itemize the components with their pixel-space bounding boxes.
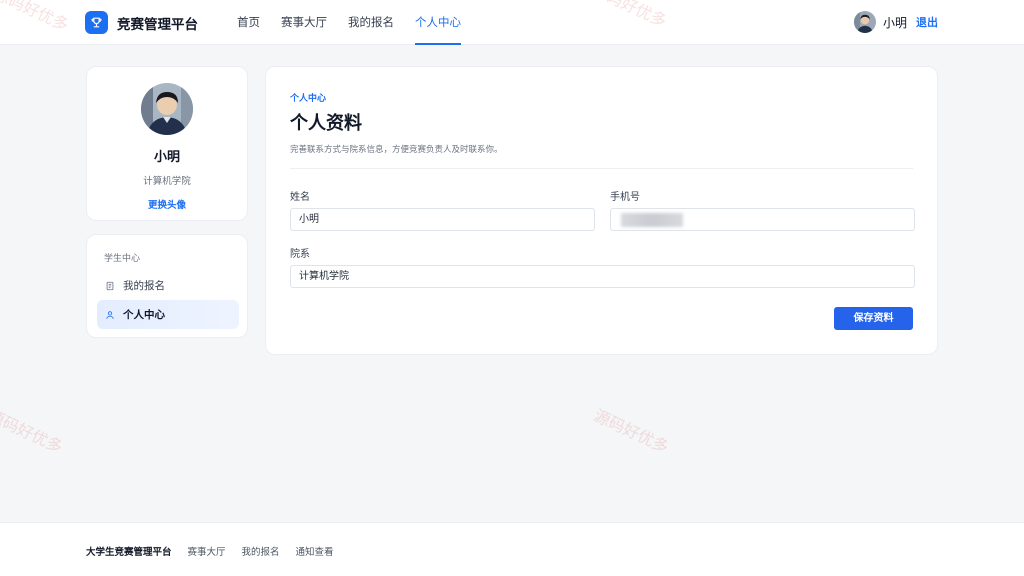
footer-link-my-registrations[interactable]: 我的报名 [242, 544, 280, 558]
save-profile-button[interactable]: 保存资料 [834, 307, 913, 330]
profile-form-card: 个人中心 个人资料 完善联系方式与院系信息，方便竞赛负责人及时联系你。 姓名 小… [265, 66, 938, 355]
watermark: 源码好优多 [0, 405, 66, 457]
department-label: 院系 [290, 249, 310, 260]
user-menu: 小明 退出 [853, 11, 938, 33]
profile-card: 小明 计算机学院 更换头像 [86, 66, 248, 221]
user-name: 小明 [882, 15, 907, 30]
sidebar-item-personal-center[interactable]: 个人中心 [97, 300, 239, 329]
top-navbar: 竞赛管理平台 首页 赛事大厅 我的报名 个人中心 小明 退出 [0, 0, 1024, 45]
sidebar-item-my-registrations[interactable]: 我的报名 [97, 271, 239, 300]
trophy-icon [85, 11, 108, 34]
logout-link[interactable]: 退出 [916, 14, 938, 30]
main-nav: 首页 赛事大厅 我的报名 个人中心 [237, 0, 482, 45]
footer-link-notifications[interactable]: 通知查看 [296, 544, 334, 558]
nav-item-competition-hall[interactable]: 赛事大厅 [281, 0, 327, 45]
sidebar-item-label: 我的报名 [123, 280, 165, 292]
user-icon [105, 310, 115, 320]
page-title: 个人资料 [290, 113, 362, 134]
redacted-phone-blur [621, 213, 683, 227]
page-description: 完善联系方式与院系信息，方便竞赛负责人及时联系你。 [290, 145, 503, 155]
breadcrumb: 个人中心 [290, 94, 327, 104]
nav-item-home[interactable]: 首页 [237, 0, 260, 45]
avatar[interactable] [853, 11, 876, 33]
brand[interactable]: 竞赛管理平台 [85, 11, 198, 34]
watermark: 源码好优多 [591, 405, 672, 457]
sidebar-item-label: 个人中心 [123, 309, 165, 321]
footer-link-competition-hall[interactable]: 赛事大厅 [188, 544, 226, 558]
footer-brand[interactable]: 大学生竞赛管理平台 [86, 544, 172, 558]
nav-item-personal-center[interactable]: 个人中心 [415, 0, 461, 45]
department-input[interactable]: 计算机学院 [290, 265, 915, 288]
profile-avatar [141, 83, 193, 135]
nav-item-my-registrations[interactable]: 我的报名 [348, 0, 394, 45]
profile-college: 计算机学院 [143, 176, 191, 187]
brand-name: 竞赛管理平台 [117, 16, 198, 33]
name-label: 姓名 [290, 192, 310, 203]
change-avatar-link[interactable]: 更换头像 [87, 197, 247, 211]
footer: 大学生竞赛管理平台 赛事大厅 我的报名 通知查看 [0, 522, 1024, 576]
phone-input[interactable] [610, 208, 915, 231]
phone-label: 手机号 [610, 192, 640, 203]
student-center-menu: 学生中心 我的报名 个人中心 [86, 234, 248, 338]
menu-title: 学生中心 [104, 254, 141, 264]
name-input[interactable]: 小明 [290, 208, 595, 231]
profile-name: 小明 [153, 150, 180, 165]
document-icon [105, 281, 115, 291]
divider [290, 168, 913, 169]
